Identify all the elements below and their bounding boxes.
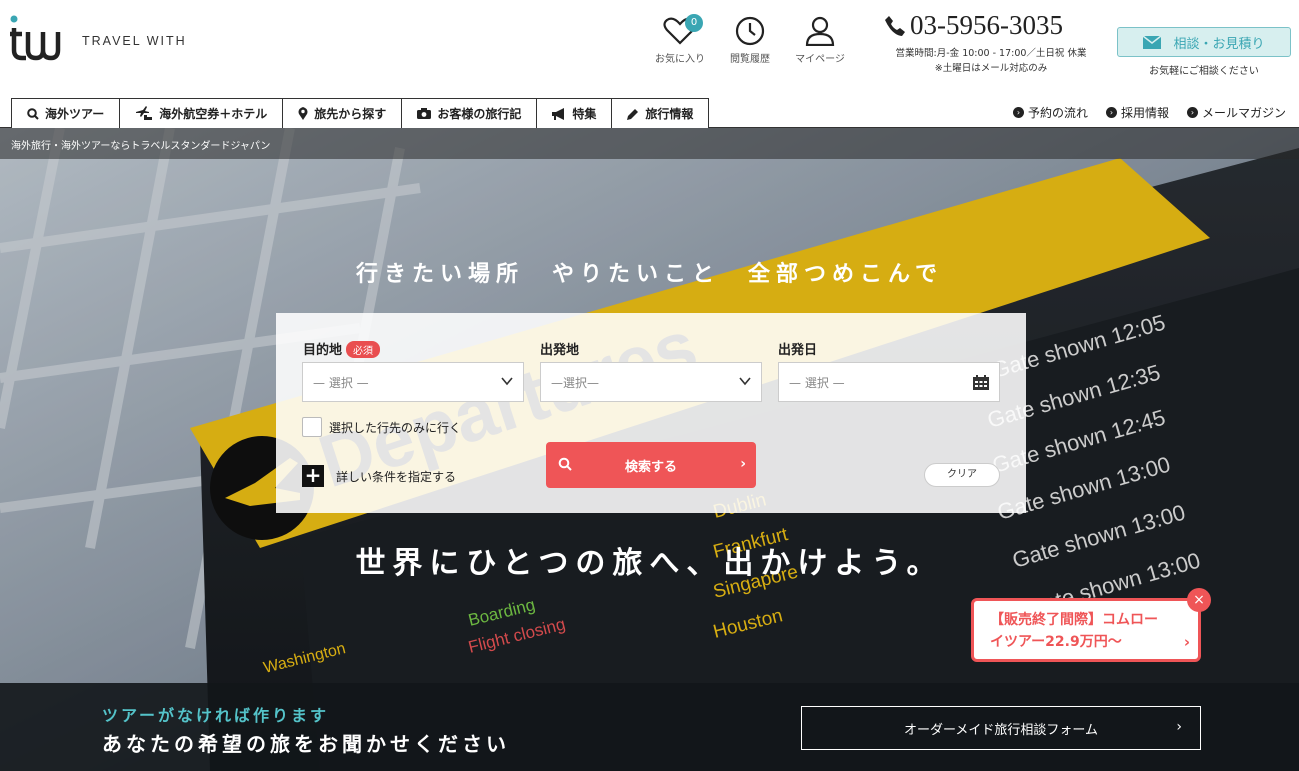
business-hours: 営業時間:月-金 10:00 - 17:00／土日祝 休業 ※土曜日はメール対応… (884, 46, 1098, 76)
link-label: メールマガジン (1201, 106, 1286, 120)
calendar-icon (973, 375, 989, 390)
chevron-circle-icon: › (1186, 107, 1198, 118)
phone-icon (885, 15, 905, 36)
camera-icon (417, 108, 432, 119)
tab-search-by-destination[interactable]: 旅先から探す (282, 98, 403, 128)
mypage-link[interactable]: マイページ (787, 16, 853, 65)
link-booking-flow[interactable]: › 予約の流れ (1012, 104, 1088, 121)
departure-select-value: —選択— (551, 376, 600, 390)
only-selected-label: 選択した行先のみに行く (329, 421, 462, 435)
search-button[interactable]: 検索する › (546, 442, 756, 488)
promo-popup[interactable]: 【販売終了間際】コムロー イツアー22.9万円～ › (971, 598, 1201, 662)
tab-label: 旅行情報 (645, 107, 694, 121)
tab-overseas-tours[interactable]: 海外ツアー (11, 98, 121, 128)
tab-travel-info[interactable]: 旅行情報 (611, 98, 710, 128)
destination-label-text: 目的地 (303, 343, 343, 358)
tab-features[interactable]: 特集 (536, 98, 613, 128)
favorites-label: お気に入り (655, 54, 705, 65)
tab-label: 旅先から探す (314, 107, 387, 121)
mypage-label: マイページ (795, 54, 845, 65)
hero-section: Departures Gate shown 12:05 Gate shown 1… (0, 128, 1299, 771)
tab-label: 海外ツアー (45, 107, 105, 121)
chevron-right-icon: › (1183, 633, 1190, 651)
consult-estimate-button[interactable]: 相談・お見積り (1117, 27, 1291, 57)
business-hours-note: ※土曜日はメール対応のみ (934, 63, 1048, 74)
link-label: 予約の流れ (1027, 106, 1088, 120)
link-mail-magazine[interactable]: › メールマガジン (1186, 104, 1286, 121)
tab-label: 海外航空券＋ホテル (159, 107, 268, 121)
link-recruitment[interactable]: › 採用情報 (1105, 104, 1169, 121)
tab-travel-journals[interactable]: お客様の旅行記 (401, 98, 538, 128)
banner-line-2: あなたの希望の旅をお聞かせください (102, 732, 510, 756)
travel-with-logo[interactable] (10, 14, 62, 62)
map-pin-icon (298, 107, 308, 120)
date-label: 出発日 (778, 343, 818, 358)
tab-label: 特集 (572, 107, 597, 121)
advanced-conditions-link[interactable]: 詳しい条件を指定する (336, 468, 456, 485)
search-icon (27, 107, 39, 120)
pencil-icon (627, 108, 639, 120)
tab-flight-hotel[interactable]: 海外航空券＋ホテル (119, 98, 284, 128)
history-link[interactable]: 閲覧履歴 (717, 16, 783, 65)
consult-subtext: お気軽にご相談ください (1149, 66, 1259, 77)
custom-order-form-button[interactable]: オーダーメイド旅行相談フォーム › (801, 706, 1201, 750)
destination-select-value: — 選択 — (313, 376, 369, 390)
custom-order-banner: ツアーがなければ作ります あなたの希望の旅をお聞かせください オーダーメイド旅行… (0, 683, 1299, 771)
destination-label: 目的地 必須 (303, 339, 381, 358)
chevron-circle-icon: › (1012, 107, 1024, 118)
chevron-right-icon: › (1176, 719, 1182, 735)
promo-close-button[interactable]: × (1187, 588, 1211, 612)
departure-date-value: — 選択 — (789, 376, 845, 390)
expand-plus-icon[interactable]: + (302, 465, 324, 487)
departure-date-input[interactable]: — 選択 — (778, 362, 1000, 402)
promo-line-1: 【販売終了間際】コムロー (990, 612, 1158, 628)
main-nav: 海外ツアー 海外航空券＋ホテル 旅先から探す お客様の旅行記 特集 旅行情報 ›… (0, 98, 1299, 128)
hero-tagline: 行きたい場所 やりたいこと 全部つめこんで (356, 262, 943, 287)
search-button-label: 検索する (624, 459, 677, 475)
user-icon (805, 16, 835, 46)
only-selected-checkbox[interactable] (302, 417, 322, 437)
promo-line-2: イツアー22.9万円～ (990, 634, 1122, 650)
chevron-right-icon: › (740, 456, 746, 472)
phone-number-text: 03-5956-3035 (910, 10, 1063, 40)
site-header: TRAVEL WITH 0 お気に入り 閲覧履歴 マイページ 03-5956-3… (0, 0, 1299, 98)
hero-slogan: 世界にひとつの旅へ、出かけよう。 (355, 546, 944, 581)
brand-name: TRAVEL WITH (82, 34, 187, 48)
business-hours-line: 営業時間:月-金 10:00 - 17:00／土日祝 休業 (895, 48, 1087, 59)
breadcrumb: 海外旅行・海外ツアーならトラベルスタンダードジャパン (0, 128, 1299, 159)
chevron-circle-icon: › (1105, 107, 1117, 118)
megaphone-icon (552, 107, 565, 120)
departure-select[interactable]: —選択— (540, 362, 762, 402)
phone-number[interactable]: 03-5956-3035 (884, 10, 1063, 41)
history-label: 閲覧履歴 (730, 54, 770, 65)
favorites-link[interactable]: 0 お気に入り (647, 14, 713, 65)
tour-search-form: 目的地 必須 出発地 出発日 — 選択 — —選択— — 選択 — 選択した行先の… (276, 313, 1026, 513)
plane-bed-icon (136, 105, 153, 120)
favorites-count-badge: 0 (685, 14, 703, 32)
link-label: 採用情報 (1120, 106, 1169, 120)
chevron-down-icon (501, 377, 513, 386)
departure-label: 出発地 (540, 343, 580, 358)
required-badge: 必須 (346, 341, 381, 358)
tab-label: お客様の旅行記 (437, 107, 522, 121)
destination-select[interactable]: — 選択 — (302, 362, 524, 402)
search-icon (558, 457, 572, 471)
consult-button-label: 相談・お見積り (1173, 36, 1265, 52)
mail-icon (1143, 35, 1162, 49)
chevron-down-icon (739, 377, 751, 386)
custom-order-button-label: オーダーメイド旅行相談フォーム (903, 722, 1099, 738)
clock-icon (735, 16, 765, 46)
banner-line-1: ツアーがなければ作ります (102, 706, 330, 725)
clear-button[interactable]: クリア (924, 463, 1000, 487)
